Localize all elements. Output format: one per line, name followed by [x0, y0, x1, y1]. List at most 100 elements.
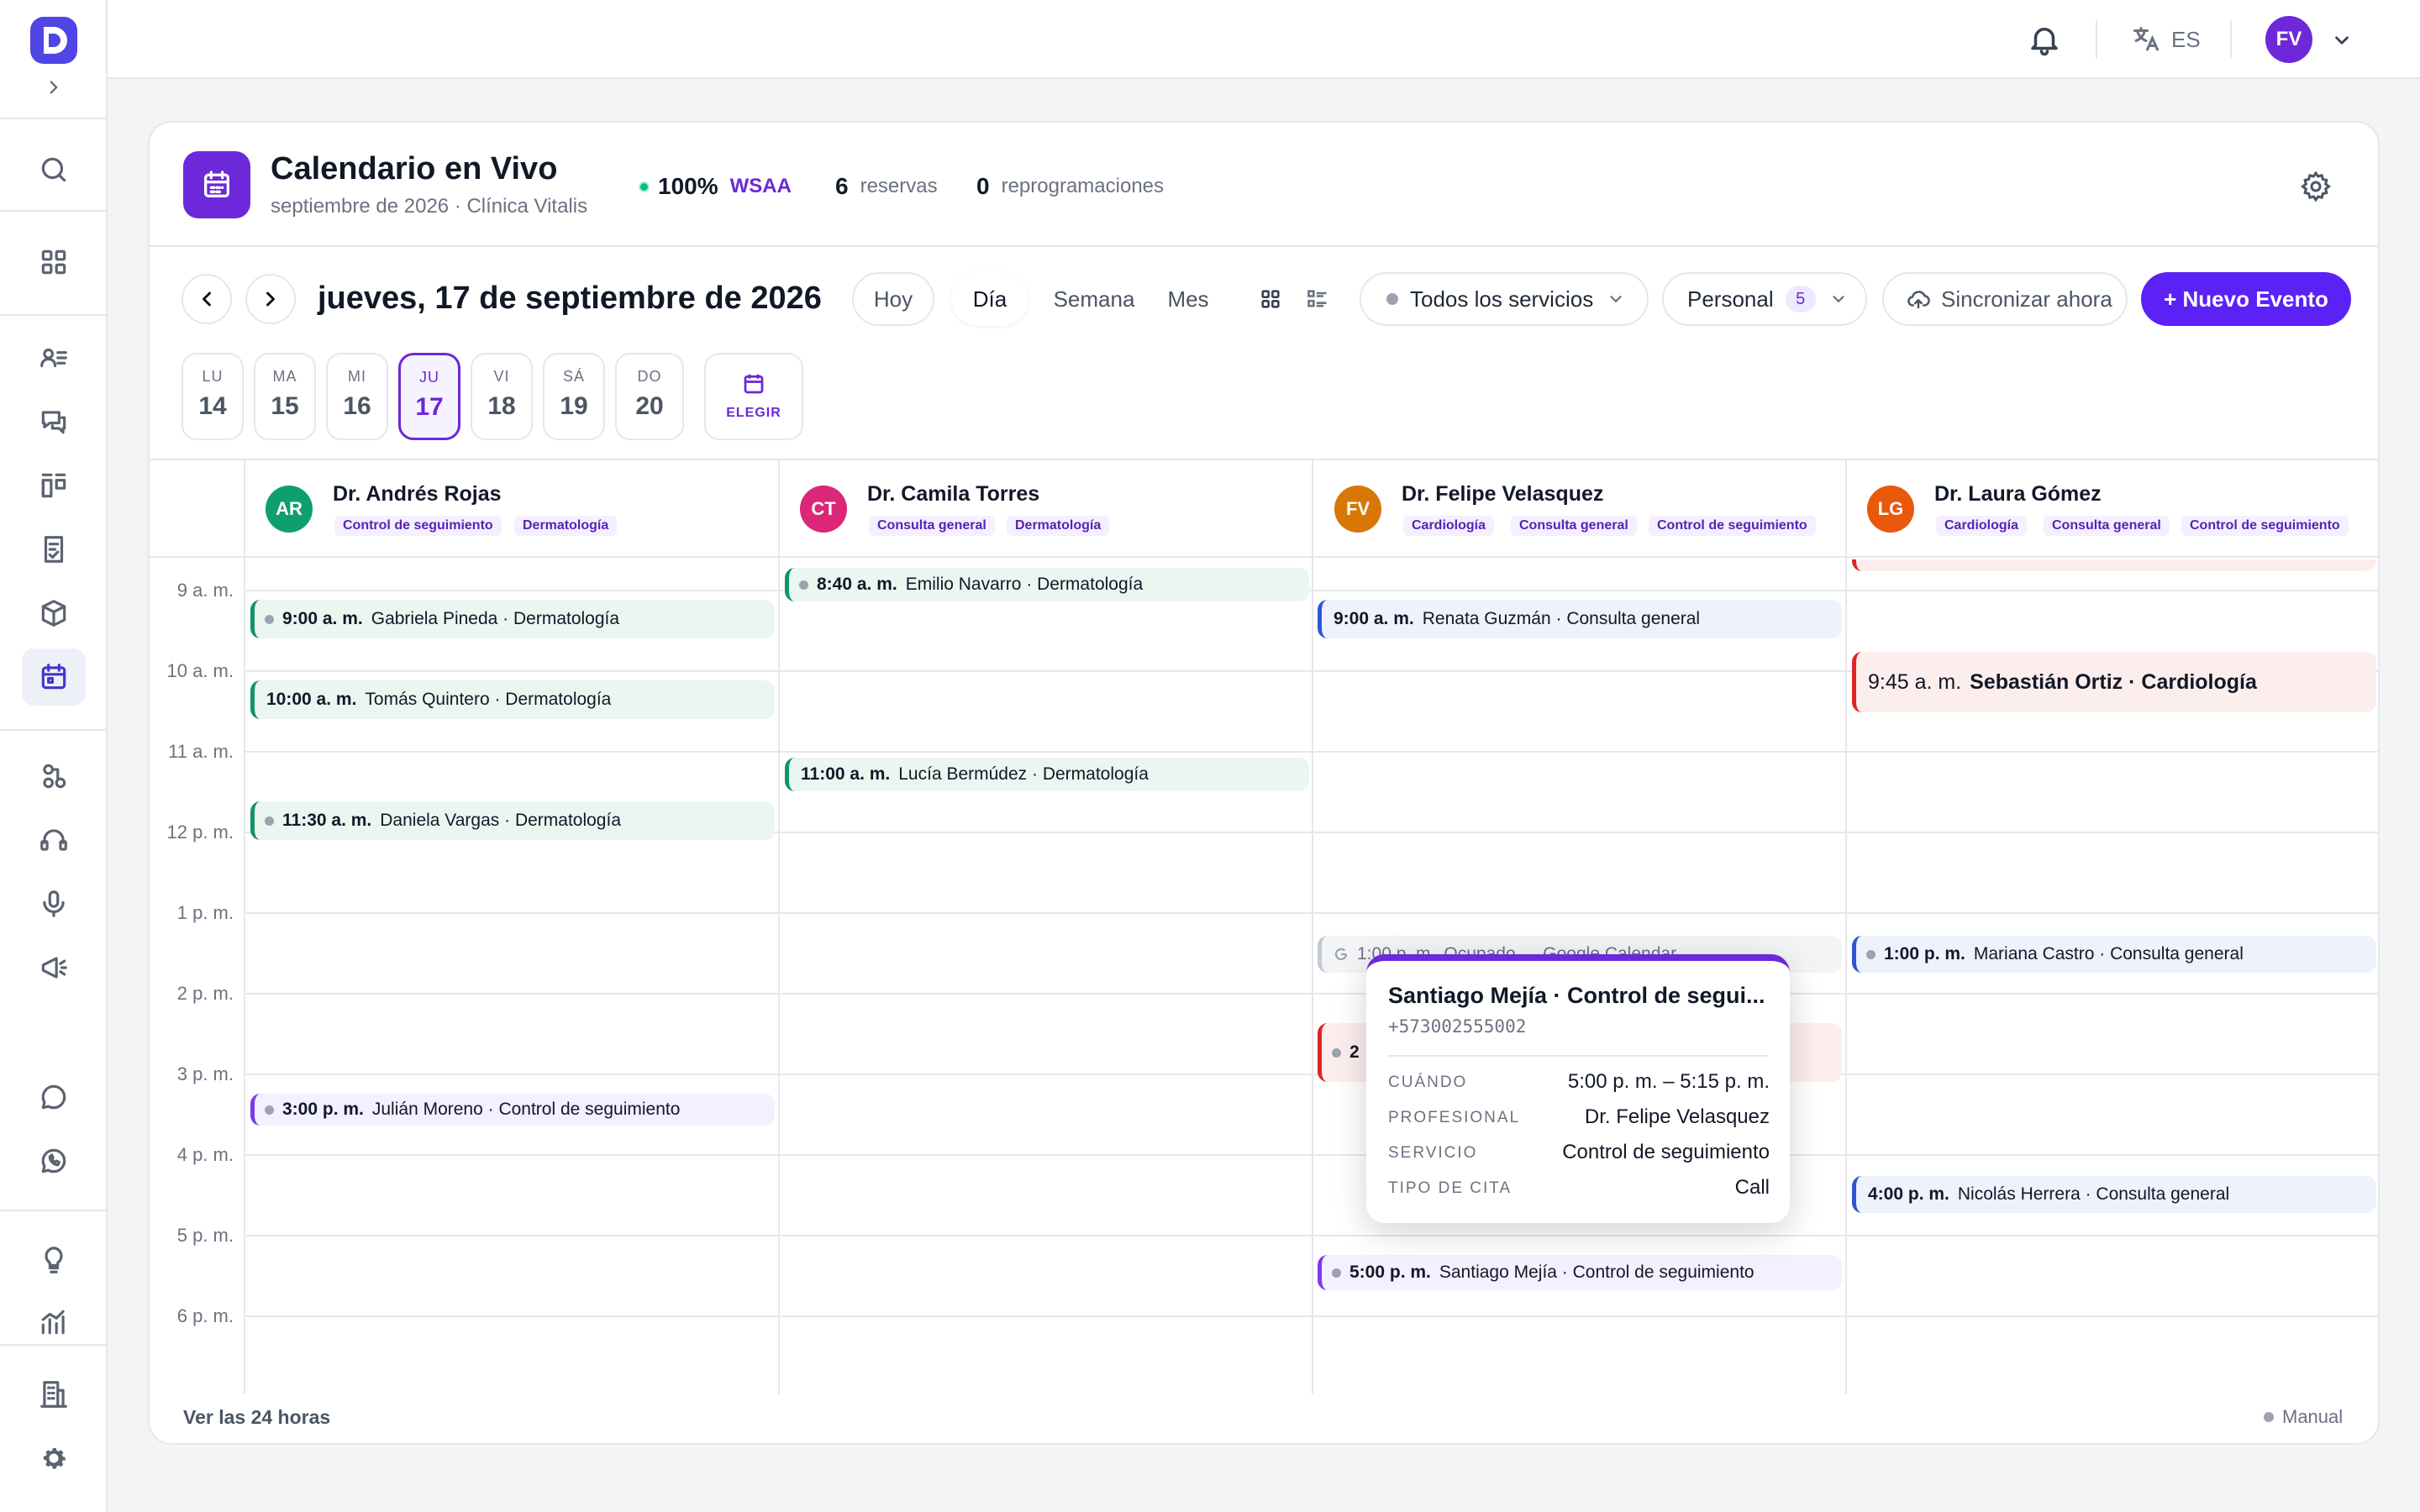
- contacts-icon[interactable]: [22, 329, 86, 386]
- notifications-bell-icon[interactable]: [2027, 22, 2062, 57]
- hour-line: [245, 1235, 2378, 1236]
- day-label: JU: [419, 369, 439, 386]
- conversations-icon[interactable]: [22, 393, 86, 450]
- day-number: 15: [271, 392, 299, 420]
- support-icon[interactable]: [22, 811, 86, 869]
- popover-divider: [1388, 1055, 1768, 1057]
- event-overflow-top[interactable]: [1852, 559, 2376, 571]
- board-icon[interactable]: [22, 457, 86, 514]
- event-title: Renata Guzmán · Consulta general: [1422, 609, 1701, 628]
- event-title: Santiago Mejía · Control de seguimiento: [1439, 1263, 1754, 1282]
- appointment-event[interactable]: 11:30 a. m. Daniela Vargas · Dermatología: [250, 801, 775, 840]
- doctor-name: Dr. Andrés Rojas: [333, 482, 502, 506]
- appointment-event[interactable]: 9:00 a. m. Renata Guzmán · Consulta gener…: [1318, 600, 1842, 638]
- calendar-grid: AR Dr. Andrés Rojas Control de seguimien…: [150, 459, 2378, 1394]
- event-title: Lucía Bermúdez · Dermatología: [898, 764, 1149, 784]
- wsaa-label: WSAA: [729, 175, 792, 197]
- microphone-icon[interactable]: [22, 875, 86, 932]
- day-number: 20: [635, 392, 664, 420]
- hour-label: 11 a. m.: [168, 741, 234, 762]
- reprog-label: reprogramaciones: [1001, 175, 1165, 197]
- tasks-icon[interactable]: [22, 521, 86, 578]
- hour-line: [245, 1074, 2378, 1075]
- day-number: 14: [198, 392, 227, 420]
- calendar-badge-icon: [183, 151, 250, 218]
- prev-day-button[interactable]: [182, 274, 232, 324]
- event-time: 9:00 a. m.: [1334, 609, 1414, 628]
- column-divider: [1845, 460, 1847, 1394]
- wsaa-status: 100% WSAA: [639, 170, 792, 203]
- day-number: 18: [487, 392, 516, 420]
- view-tab-month[interactable]: Mes: [1155, 272, 1222, 326]
- dashboard-grid-icon[interactable]: [22, 234, 86, 291]
- view-24-hours-link[interactable]: Ver las 24 horas: [183, 1406, 330, 1429]
- integrations-icon[interactable]: [22, 748, 86, 805]
- choose-date-button[interactable]: ELEGIR: [704, 353, 803, 440]
- inventory-icon[interactable]: [22, 585, 86, 642]
- appointment-event[interactable]: 4:00 p. m. Nicolás Herrera · Consulta gen…: [1852, 1176, 2376, 1213]
- day-chip-mon[interactable]: LU 14: [182, 353, 244, 440]
- search-icon[interactable]: [22, 141, 86, 198]
- doctor-tag: Dermatología: [514, 516, 618, 536]
- day-chip-sat[interactable]: SÁ 19: [543, 353, 605, 440]
- doctor-name: Dr. Laura Gómez: [1934, 482, 2102, 506]
- app-logo[interactable]: [29, 15, 79, 66]
- appointment-event[interactable]: 11:00 a. m. Lucía Bermúdez · Dermatología: [785, 758, 1309, 791]
- appointment-event[interactable]: 10:00 a. m. Tomás Quintero · Dermatología: [250, 680, 775, 719]
- day-chip-tue[interactable]: MA 15: [254, 353, 316, 440]
- appointment-event[interactable]: 1:00 p. m. Mariana Castro · Consulta gene…: [1852, 936, 2376, 973]
- sync-button[interactable]: Sincronizar ahora: [1882, 272, 2128, 326]
- day-chip-fri[interactable]: VI 18: [471, 353, 533, 440]
- appointment-event[interactable]: 9:45 a. m. Sebastián Ortiz · Cardiología: [1852, 652, 2376, 712]
- campaigns-icon[interactable]: [22, 939, 86, 996]
- day-chip-sun[interactable]: DO 20: [615, 353, 684, 440]
- google-icon: [1334, 947, 1349, 962]
- today-label: Hoy: [873, 286, 913, 312]
- chat-icon[interactable]: [22, 1068, 86, 1126]
- services-filter[interactable]: Todos los servicios: [1360, 272, 1649, 326]
- doctor-tag: Control de seguimiento: [2181, 516, 2349, 536]
- view-tab-week[interactable]: Semana: [1042, 272, 1146, 326]
- event-status-dot: [265, 816, 274, 826]
- building-icon[interactable]: [22, 1366, 86, 1423]
- view-tab-label: Semana: [1053, 286, 1135, 312]
- view-tab-label: Mes: [1167, 286, 1209, 312]
- event-time: 3:00 p. m.: [282, 1100, 364, 1119]
- event-status-dot: [1332, 1047, 1341, 1058]
- event-title: Gabriela Pineda · Dermatología: [371, 609, 620, 628]
- day-chip-wed[interactable]: MI 16: [326, 353, 388, 440]
- staff-filter[interactable]: Personal 5: [1662, 272, 1867, 326]
- hour-label: 12 p. m.: [166, 822, 234, 843]
- user-menu[interactable]: FV: [2265, 16, 2375, 63]
- grid-view-icon[interactable]: [1259, 287, 1282, 311]
- reservas-stat: 6 reservas: [835, 170, 938, 203]
- appointment-event[interactable]: 5:00 p. m. Santiago Mejía · Control de se…: [1318, 1255, 1842, 1290]
- list-view-icon[interactable]: [1306, 287, 1329, 311]
- day-chip-thu[interactable]: JU 17: [398, 353, 460, 440]
- appointment-event[interactable]: 3:00 p. m. Julián Moreno · Control de seg…: [250, 1094, 775, 1126]
- new-event-button[interactable]: + Nuevo Evento: [2141, 272, 2351, 326]
- whatsapp-icon[interactable]: [22, 1132, 86, 1189]
- ideas-icon[interactable]: [22, 1231, 86, 1289]
- wsaa-percent: 100%: [658, 173, 718, 199]
- language-selector[interactable]: ES: [2131, 22, 2240, 57]
- event-time: 10:00 a. m.: [266, 690, 357, 709]
- doctor-tag: Consulta general: [869, 516, 995, 536]
- calendar-icon[interactable]: [22, 648, 86, 706]
- services-label: Todos los servicios: [1410, 286, 1594, 312]
- day-label: LU: [202, 368, 224, 385]
- settings-gear-icon[interactable]: [22, 1430, 86, 1487]
- hour-line: [245, 1315, 2378, 1317]
- appointment-event[interactable]: 8:40 a. m. Emilio Navarro · Dermatología: [785, 568, 1309, 601]
- analytics-icon[interactable]: [22, 1294, 86, 1351]
- next-day-button[interactable]: [245, 274, 296, 324]
- popover-key: TIPO DE CITA: [1388, 1179, 1512, 1197]
- calendar-settings-gear-icon[interactable]: [2299, 170, 2333, 203]
- view-tab-day[interactable]: Día: [951, 272, 1028, 326]
- appointment-event[interactable]: 9:00 a. m. Gabriela Pineda · Dermatología: [250, 600, 775, 638]
- expand-chevron-icon[interactable]: [22, 66, 86, 109]
- day-label: DO: [637, 368, 662, 385]
- today-button[interactable]: Hoy: [852, 272, 934, 326]
- hour-label: 10 a. m.: [166, 660, 234, 681]
- event-time: 8:40 a. m.: [817, 575, 897, 594]
